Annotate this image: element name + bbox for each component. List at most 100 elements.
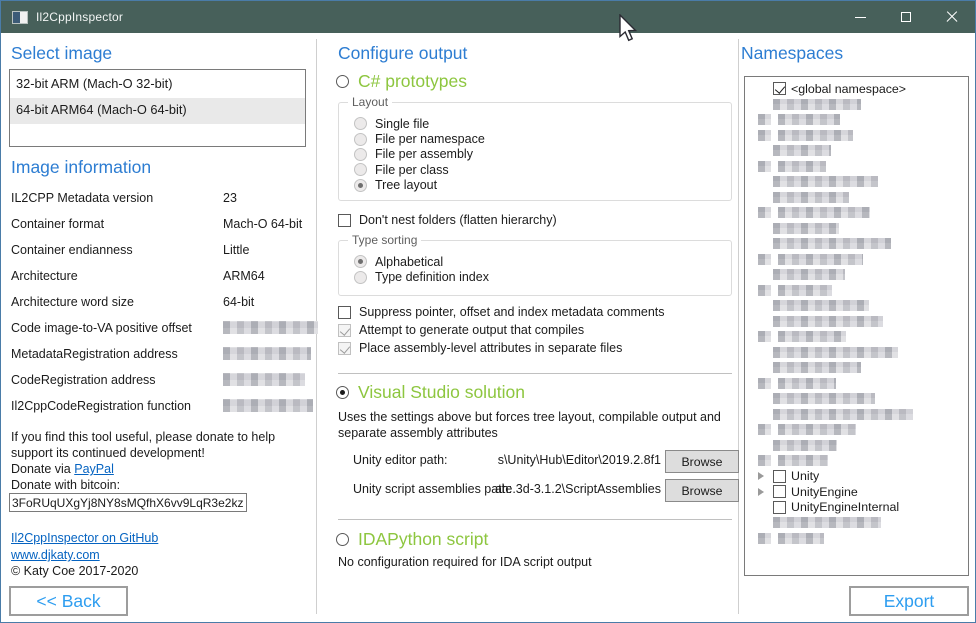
info-label: CodeRegistration address xyxy=(11,373,156,387)
configure-output-heading: Configure output xyxy=(338,43,467,64)
namespace-item[interactable]: Unity xyxy=(745,469,968,485)
flatten-checkbox-row[interactable]: Don't nest folders (flatten hierarchy) xyxy=(338,213,557,227)
namespace-item[interactable]: UnityEngineInternal xyxy=(745,500,968,516)
output-checkbox-row[interactable]: Place assembly-level attributes in separ… xyxy=(338,341,622,355)
redacted-namespace xyxy=(778,130,853,141)
output-checkbox-row[interactable]: Suppress pointer, offset and index metad… xyxy=(338,305,665,319)
namespace-checkbox[interactable] xyxy=(773,470,786,483)
namespace-item-redacted xyxy=(745,267,968,283)
vs-description-line1: Uses the settings above but forces tree … xyxy=(338,409,738,425)
bitcoin-address-input[interactable] xyxy=(9,493,247,512)
output-checkbox-row[interactable]: Attempt to generate output that compiles xyxy=(338,323,584,337)
close-icon xyxy=(946,11,958,23)
output-checkbox xyxy=(338,342,351,355)
redacted-block xyxy=(758,424,771,435)
info-value: ARM64 xyxy=(223,269,265,283)
namespaces-tree[interactable]: <global namespace> UnityUnityEngineUnityE… xyxy=(744,76,969,576)
redacted-namespace xyxy=(778,207,870,218)
paypal-link[interactable]: PayPal xyxy=(74,462,114,476)
redacted-block xyxy=(758,285,771,296)
namespace-item-redacted xyxy=(745,143,968,159)
namespace-checkbox[interactable] xyxy=(773,485,786,498)
namespace-item[interactable]: UnityEngine xyxy=(745,484,968,500)
close-button[interactable] xyxy=(929,1,975,33)
redacted-namespace xyxy=(778,424,856,435)
redacted-value xyxy=(223,399,313,412)
namespace-item-redacted xyxy=(745,128,968,144)
title-bar[interactable]: Il2CppInspector xyxy=(1,1,975,33)
layout-option-label: Tree layout xyxy=(375,178,437,192)
column-separator xyxy=(738,39,739,614)
flatten-checkbox-label: Don't nest folders (flatten hierarchy) xyxy=(359,213,557,227)
info-label: Architecture xyxy=(11,269,78,283)
type-sorting-option[interactable]: Alphabetical xyxy=(354,254,489,269)
info-row: CodeRegistration address xyxy=(11,371,309,397)
redacted-value xyxy=(223,373,305,386)
layout-option[interactable]: File per assembly xyxy=(354,147,485,162)
info-label: MetadataRegistration address xyxy=(11,347,178,361)
expander-icon[interactable] xyxy=(758,488,764,496)
type-sorting-option[interactable]: Type definition index xyxy=(354,269,489,284)
namespace-item-redacted xyxy=(745,97,968,113)
back-button[interactable]: << Back xyxy=(9,586,128,616)
unity-editor-browse-button[interactable]: Browse xyxy=(665,450,739,473)
redacted-block xyxy=(758,114,771,125)
redacted-namespace xyxy=(773,176,878,187)
layout-radio xyxy=(354,163,367,176)
redacted-block xyxy=(758,254,771,265)
namespace-checkbox[interactable] xyxy=(773,501,786,514)
info-value: 23 xyxy=(223,191,237,205)
namespace-item-redacted xyxy=(745,112,968,128)
redacted-block xyxy=(758,331,771,342)
copyright-text: © Katy Coe 2017-2020 xyxy=(11,564,138,578)
redacted-block xyxy=(758,378,771,389)
info-label: Architecture word size xyxy=(11,295,134,309)
paypal-line: Donate via PayPal xyxy=(11,461,311,477)
layout-groupbox: Layout Single fileFile per namespaceFile… xyxy=(338,102,732,201)
layout-option-label: Single file xyxy=(375,117,429,131)
idapython-option[interactable]: IDAPython script xyxy=(336,529,488,550)
layout-option[interactable]: Single file xyxy=(354,116,485,131)
namespace-item-redacted xyxy=(745,422,968,438)
layout-option-label: File per namespace xyxy=(375,132,485,146)
layout-option[interactable]: Tree layout xyxy=(354,178,485,193)
unity-editor-path-value[interactable]: s\Unity\Hub\Editor\2019.2.8f1 xyxy=(441,453,661,467)
expander-icon[interactable] xyxy=(758,472,764,480)
layout-radio xyxy=(354,133,367,146)
info-row: Container formatMach-O 64-bit xyxy=(11,215,309,241)
donation-block: If you find this tool useful, please don… xyxy=(11,429,311,493)
image-list-item[interactable]: 64-bit ARM64 (Mach-O 64-bit) xyxy=(10,98,305,124)
namespace-item[interactable]: <global namespace> xyxy=(745,81,968,97)
unity-assemblies-path-value[interactable]: ate.3d-3.1.2\ScriptAssemblies xyxy=(441,482,661,496)
namespace-item-redacted xyxy=(745,376,968,392)
app-window: Il2CppInspector Select image 32-bit ARM … xyxy=(0,0,976,623)
select-image-heading: Select image xyxy=(11,43,112,64)
namespace-item-redacted xyxy=(745,453,968,469)
namespace-label: UnityEngine xyxy=(791,485,858,499)
redacted-namespace xyxy=(773,238,891,249)
idapython-label: IDAPython script xyxy=(358,529,488,550)
vs-solution-option[interactable]: Visual Studio solution xyxy=(336,382,525,403)
github-link[interactable]: Il2CppInspector on GitHub xyxy=(11,531,158,545)
redacted-block xyxy=(758,455,771,466)
namespace-checkbox[interactable] xyxy=(773,82,786,95)
layout-option[interactable]: File per namespace xyxy=(354,131,485,146)
unity-assemblies-browse-button[interactable]: Browse xyxy=(665,479,739,502)
image-info-table: IL2CPP Metadata version23Container forma… xyxy=(11,189,309,423)
csharp-prototypes-option[interactable]: C# prototypes xyxy=(336,71,467,92)
info-row: Architecture ARM64 xyxy=(11,267,309,293)
maximize-button[interactable] xyxy=(883,1,929,33)
minimize-button[interactable] xyxy=(837,1,883,33)
redacted-namespace xyxy=(773,300,869,311)
layout-option[interactable]: File per class xyxy=(354,162,485,177)
export-button[interactable]: Export xyxy=(849,586,969,616)
namespace-item-redacted xyxy=(745,236,968,252)
type-sorting-radio xyxy=(354,271,367,284)
namespace-item-redacted xyxy=(745,515,968,531)
image-listbox[interactable]: 32-bit ARM (Mach-O 32-bit)64-bit ARM64 (… xyxy=(9,69,306,147)
website-link[interactable]: www.djkaty.com xyxy=(11,548,100,562)
image-list-item[interactable]: 32-bit ARM (Mach-O 32-bit) xyxy=(10,72,305,98)
unity-editor-path-label: Unity editor path: xyxy=(353,453,448,467)
layout-radio xyxy=(354,117,367,130)
output-checkbox xyxy=(338,306,351,319)
